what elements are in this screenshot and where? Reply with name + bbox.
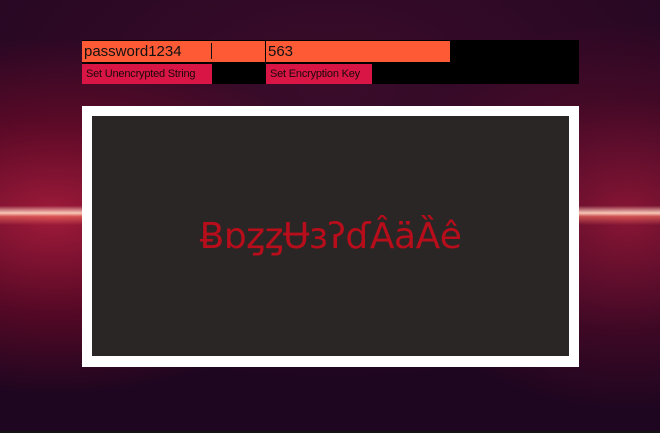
- unencrypted-string-input[interactable]: [82, 41, 265, 62]
- text-cursor: [211, 43, 212, 59]
- set-unencrypted-string-button[interactable]: Set Unencrypted String: [82, 64, 212, 84]
- set-encryption-key-button[interactable]: Set Encryption Key: [266, 64, 372, 84]
- output-frame: ɃɒȥȥɄɜʔɗÂäȀê: [82, 106, 579, 367]
- encrypted-output-display: ɃɒȥȥɄɜʔɗÂäȀê: [92, 116, 569, 356]
- encryption-key-input[interactable]: [266, 41, 450, 62]
- encrypted-output-text: ɃɒȥȥɄɜʔɗÂäȀê: [199, 215, 462, 257]
- control-panel: Set Unencrypted String Set Encryption Ke…: [82, 40, 579, 84]
